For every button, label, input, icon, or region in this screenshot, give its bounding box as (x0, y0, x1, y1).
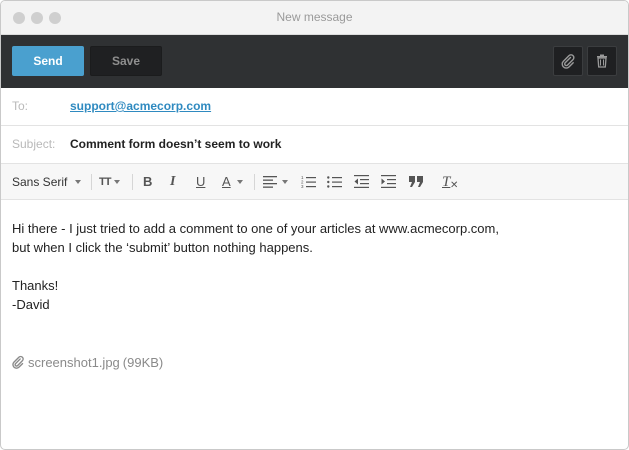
bold-button[interactable]: B (143, 164, 152, 199)
send-button[interactable]: Send (12, 46, 84, 76)
font-family-value: Sans Serif (12, 174, 68, 189)
subject-label: Subject: (12, 137, 56, 151)
align-select[interactable] (263, 164, 288, 199)
save-button[interactable]: Save (90, 46, 162, 76)
indent-icon (381, 175, 396, 188)
compose-toolbar: Send Save (1, 35, 628, 88)
indent-button[interactable] (381, 164, 396, 199)
bold-icon: B (143, 174, 153, 189)
text-color-icon: A (222, 174, 231, 189)
ordered-list-button[interactable]: 1 2 3 (301, 164, 316, 199)
underline-button[interactable]: U (196, 164, 205, 199)
italic-button[interactable]: I (170, 164, 175, 199)
clear-format-button[interactable]: T ✕ (441, 164, 459, 199)
x-icon: ✕ (450, 179, 459, 191)
font-size-icon: TT (99, 175, 111, 188)
bullet-list-button[interactable] (327, 164, 342, 199)
attachment-filename: screenshot1.jpg (28, 354, 120, 370)
compose-window: New message Send Save To: support@acmeco… (0, 0, 629, 450)
body-blank-line (12, 257, 612, 276)
outdent-button[interactable] (354, 164, 369, 199)
body-line: -David (12, 297, 50, 312)
font-family-select[interactable]: Sans Serif (12, 164, 82, 199)
to-label: To: (12, 99, 29, 113)
subject-row: Subject: Comment form doesn’t seem to wo… (1, 126, 628, 164)
chevron-down-icon (75, 179, 82, 184)
attachment-size: (99KB) (122, 354, 164, 370)
blockquote-button[interactable] (409, 164, 424, 199)
to-recipient[interactable]: support@acmecorp.com (70, 88, 211, 125)
delete-button[interactable] (587, 46, 617, 76)
body-line: Thanks! (12, 278, 59, 293)
blockquote-icon (409, 176, 423, 187)
toolbar-divider (254, 174, 255, 190)
align-icon (263, 175, 277, 188)
font-size-select[interactable]: TT (99, 164, 121, 199)
paperclip-icon (12, 355, 24, 369)
italic-icon: I (170, 173, 176, 189)
attach-button[interactable] (553, 46, 583, 76)
svg-text:3: 3 (301, 184, 304, 188)
toolbar-divider (91, 174, 92, 190)
body-line: but when I click the ‘submit’ button not… (12, 240, 313, 255)
outdent-icon (354, 175, 369, 188)
underline-icon: U (196, 174, 206, 189)
chevron-down-icon (282, 179, 288, 184)
to-row: To: support@acmecorp.com (1, 88, 628, 126)
window-title: New message (276, 10, 353, 24)
attachment-item[interactable]: screenshot1.jpg (99KB) (11, 353, 163, 371)
message-body[interactable]: Hi there - I just tried to add a comment… (12, 219, 612, 314)
subject-input[interactable]: Comment form doesn’t seem to work (70, 126, 281, 163)
text-color-select[interactable]: A (222, 164, 243, 199)
title-bar: New message (1, 1, 628, 35)
format-toolbar: Sans Serif TT B I U A 1 2 3 T ✕ (1, 164, 628, 200)
trash-icon (597, 54, 607, 68)
bullet-list-icon (327, 176, 342, 188)
clear-format-icon: T ✕ (441, 174, 459, 191)
body-line: Hi there - I just tried to add a comment… (12, 221, 499, 236)
ordered-list-icon: 1 2 3 (301, 175, 316, 188)
toolbar-divider (132, 174, 133, 190)
chevron-down-icon (236, 179, 243, 184)
paperclip-icon (561, 54, 575, 69)
chevron-down-icon (114, 179, 121, 184)
